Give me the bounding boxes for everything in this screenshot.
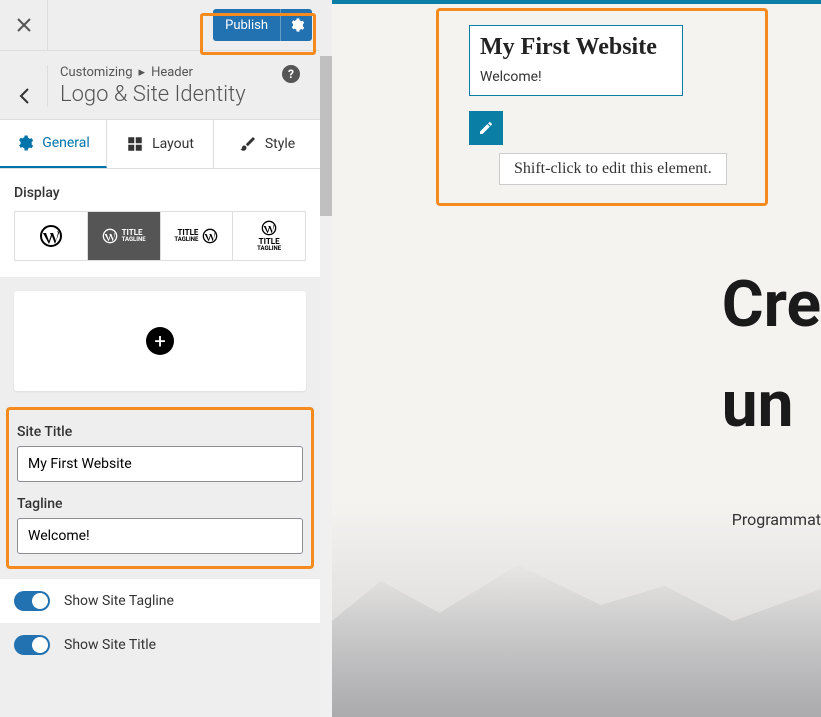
page-title: Logo & Site Identity [60,82,282,107]
edit-tooltip: Shift-click to edit this element. [499,153,727,185]
site-preview: My First Website Welcome! Shift-click to… [332,0,821,717]
breadcrumb: Customizing ▸ Header [60,65,282,80]
site-identity-preview[interactable]: My First Website Welcome! [469,25,683,96]
toggle-show-title[interactable] [14,635,50,655]
preview-site-title: My First Website [480,34,672,61]
breadcrumb-separator: ▸ [139,65,146,80]
logo-upload-area[interactable]: + [14,291,306,391]
site-title-label: Site Title [17,424,303,440]
tab-layout-label: Layout [152,136,194,152]
help-icon[interactable]: ? [282,65,300,83]
back-button[interactable] [0,65,48,107]
topbar: Publish [0,0,320,51]
tab-style-label: Style [265,136,295,152]
toggle-show-tagline-label: Show Site Tagline [64,593,174,609]
tab-style[interactable]: Style [214,120,320,168]
tagline-label: Tagline [17,496,303,512]
display-opt-logo-title-inline[interactable]: TITLETAGLINE [88,212,161,260]
edit-shortcut-button[interactable] [469,111,503,145]
tagline-input[interactable] [17,518,303,554]
publish-button[interactable]: Publish [213,9,280,41]
publish-group: Publish [213,9,320,41]
hero-heading: Cre un [722,270,821,441]
tab-general[interactable]: General [0,120,107,168]
display-options: TITLETAGLINE TITLETAGLINE TITLETAGLINE [14,211,306,261]
toggle-show-title-label: Show Site Title [64,637,156,653]
site-title-input[interactable] [17,446,303,482]
toggle-show-title-row: Show Site Title [0,623,320,667]
display-opt-logo-stacked[interactable]: TITLETAGLINE [233,212,305,260]
breadcrumb-root: Customizing [60,65,133,80]
identity-fields-highlight: Site Title Tagline [6,407,314,569]
display-opt-logo-only[interactable] [15,212,88,260]
sidebar-scrollbar[interactable] [320,56,332,717]
publish-settings-button[interactable] [280,9,312,41]
hero-subtext: Programmat [732,510,821,529]
preview-tagline: Welcome! [480,69,672,85]
display-panel: Display TITLETAGLINE TITLETAGLINE TITLET… [0,169,320,277]
tab-general-label: General [42,135,90,151]
tab-layout[interactable]: Layout [107,120,214,168]
toggle-show-tagline[interactable] [14,591,50,611]
breadcrumb-section: Header [151,65,193,80]
toggle-show-tagline-row: Show Site Tagline [0,579,320,623]
close-button[interactable] [0,0,48,51]
annotation-highlight-preview: My First Website Welcome! Shift-click to… [436,8,768,206]
tabs: General Layout Style [0,119,320,169]
display-label: Display [14,185,306,201]
breadcrumb-row: Customizing ▸ Header Logo & Site Identit… [0,51,320,119]
display-opt-title-logo-inline[interactable]: TITLETAGLINE [161,212,234,260]
add-logo-button[interactable]: + [146,327,174,355]
preview-accent-bar [332,0,821,4]
customizer-sidebar: Publish Customizing ▸ Header Logo & Site… [0,0,332,717]
